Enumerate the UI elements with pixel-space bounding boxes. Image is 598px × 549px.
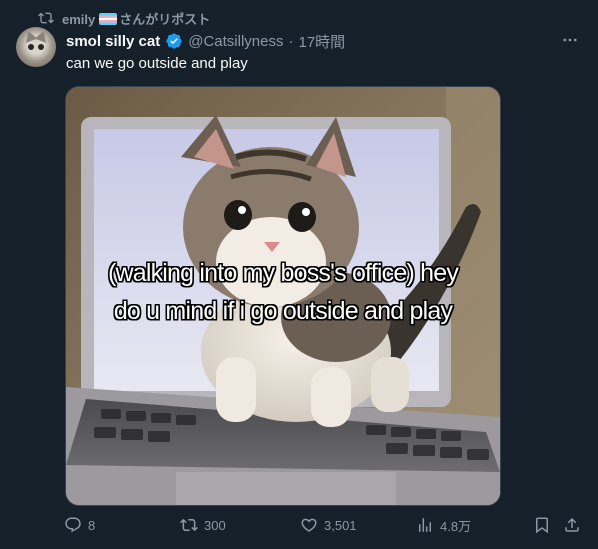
repost-icon	[38, 10, 54, 26]
repost-suffix: さんがリポスト	[119, 11, 211, 27]
tweet-action-bar: 8 300 3,501 4.8万	[64, 515, 580, 535]
like-count: 3,501	[324, 517, 357, 533]
separator-dot: ·	[288, 32, 294, 50]
share-icon	[565, 517, 579, 532]
like-button[interactable]: 3,501	[300, 516, 357, 534]
tweet-media-image[interactable]: (walking into my boss's office) hey do u…	[65, 86, 501, 506]
transgender-flag-emoji	[99, 12, 118, 25]
views-count: 4.8万	[440, 518, 472, 534]
tweet-header: smol silly cat @Catsillyness · 17時間	[66, 31, 345, 51]
share-button[interactable]	[563, 516, 581, 534]
bookmark-icon	[536, 517, 548, 534]
reply-icon	[65, 517, 81, 533]
reply-count: 8	[88, 517, 96, 533]
display-name[interactable]: smol silly cat	[66, 33, 160, 50]
meme-caption-line2: do u mind if i go outside and play	[113, 297, 453, 325]
user-handle[interactable]: @Catsillyness	[188, 33, 283, 50]
repost-indicator[interactable]: emily さんがリポスト	[38, 9, 210, 27]
avatar[interactable]	[16, 27, 56, 67]
heart-icon	[301, 518, 317, 532]
reply-button[interactable]: 8	[64, 516, 95, 534]
repost-icon	[180, 518, 198, 532]
kitten-photo	[66, 87, 500, 505]
repost-count: 300	[204, 517, 226, 533]
repost-button[interactable]: 300	[180, 516, 226, 534]
repost-username[interactable]: emily	[62, 12, 95, 27]
verified-badge-icon	[165, 32, 183, 50]
tweet-text: can we go outside and play	[66, 55, 248, 72]
views-button[interactable]: 4.8万	[416, 516, 471, 535]
timestamp[interactable]: 17時間	[298, 31, 345, 52]
analytics-icon	[419, 518, 431, 532]
more-options-icon[interactable]	[560, 30, 580, 50]
meme-caption-line1: (walking into my boss's office) hey	[107, 259, 459, 287]
bookmark-button[interactable]	[533, 516, 551, 534]
